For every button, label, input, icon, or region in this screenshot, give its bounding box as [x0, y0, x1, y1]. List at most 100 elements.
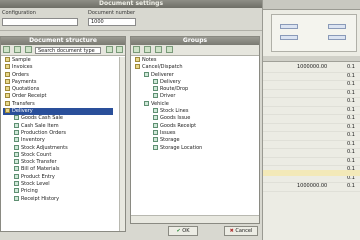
background-grid-rate: 0.1 — [347, 64, 355, 70]
group-item-label: Delivery — [160, 78, 181, 85]
document-type-item[interactable]: Orders — [3, 71, 113, 79]
background-grid-total-row — [263, 170, 360, 176]
document-icon — [14, 151, 19, 157]
background-grid-row[interactable]: 0.1 — [263, 81, 360, 90]
background-filter-panel — [271, 14, 357, 52]
document-type-item[interactable]: Stock Level — [3, 181, 113, 188]
group-item[interactable]: Storage Location — [133, 144, 257, 152]
background-grid-rate: 0.1 — [347, 115, 355, 121]
background-option-a[interactable] — [280, 24, 298, 29]
document-type-item-label: Stock Adjustments — [21, 144, 68, 151]
window-title: Document settings — [0, 0, 262, 8]
document-type-item[interactable]: Goods Cash Sale — [3, 115, 113, 122]
background-grid-row[interactable]: 1000000.00 0.1 — [263, 183, 360, 192]
background-grid-rate: 0.1 — [347, 72, 355, 79]
background-grid-row[interactable]: 0.1 — [263, 123, 360, 132]
right-panel-toolbar — [131, 45, 259, 56]
document-type-item[interactable]: Order Receipt — [3, 93, 113, 100]
background-grid-row[interactable]: 0.1 — [263, 72, 360, 81]
right-panel-title: Groups — [131, 37, 259, 45]
add-icon[interactable] — [3, 46, 10, 53]
background-grid-row[interactable]: 0.1 — [263, 158, 360, 166]
group-item[interactable]: Driver — [133, 93, 257, 100]
document-icon — [144, 100, 149, 106]
document-icon — [14, 188, 19, 194]
group-item[interactable]: Deliverer — [133, 71, 257, 79]
delete-icon[interactable] — [24, 46, 32, 53]
settings-icon[interactable] — [116, 46, 123, 53]
move-up-icon[interactable] — [154, 46, 162, 53]
document-type-item[interactable]: Quotations — [3, 86, 113, 93]
document-type-item[interactable]: Transfers — [3, 100, 113, 108]
background-grid-row[interactable]: 1000000.00 0.1 — [263, 64, 360, 73]
group-item[interactable]: Delivery — [133, 78, 257, 86]
document-type-item[interactable]: Bill of Materials — [3, 166, 113, 173]
folder-icon — [5, 93, 10, 99]
move-down-icon[interactable] — [165, 46, 173, 53]
group-item-label: Storage Location — [160, 144, 203, 151]
document-type-item[interactable]: Sample — [3, 57, 113, 64]
background-grid-row[interactable]: 0.1 — [263, 149, 360, 158]
edit-icon[interactable] — [13, 46, 21, 53]
background-option-d[interactable] — [328, 35, 346, 40]
group-item[interactable]: Storage — [133, 137, 257, 144]
document-type-item[interactable]: Cash Sale Item — [3, 122, 113, 130]
group-item[interactable]: Cancel/Dispatch — [133, 64, 257, 71]
background-grid-row[interactable]: 0.1 — [263, 107, 360, 115]
group-item-label: Deliverer — [151, 71, 174, 78]
document-type-item[interactable]: Invoices — [3, 64, 113, 71]
document-icon — [14, 144, 19, 150]
document-type-item[interactable]: Delivery — [3, 108, 113, 116]
group-item[interactable]: Goods Receipt — [133, 122, 257, 130]
background-grid-row[interactable]: 0.1 — [263, 141, 360, 149]
background-grid-row[interactable]: 0.1 — [263, 132, 360, 141]
add-group-icon[interactable] — [133, 46, 140, 53]
search-field[interactable]: Search document type — [35, 47, 101, 54]
document-icon — [14, 159, 19, 165]
document-type-item[interactable]: Stock Count — [3, 151, 113, 159]
background-grid-header — [263, 56, 360, 62]
document-icon — [14, 173, 19, 179]
background-grid-rate: 0.1 — [347, 123, 355, 130]
group-item[interactable]: Issues — [133, 129, 257, 137]
document-icon — [153, 129, 158, 135]
right-tree: Notes Cancel/Dispatch Deliverer Delivery Rou… — [133, 57, 257, 217]
document-type-item[interactable]: Payments — [3, 78, 113, 86]
background-grid-row[interactable]: 0.1 — [263, 98, 360, 107]
document-type-item-label: Delivery — [12, 108, 33, 115]
background-grid-rate: 0.1 — [347, 183, 355, 189]
document-type-item[interactable]: Production Orders — [3, 129, 113, 137]
group-item[interactable]: Notes — [133, 57, 257, 64]
configuration-field[interactable] — [2, 18, 78, 26]
group-item[interactable]: Goods Issue — [133, 115, 257, 122]
group-item-label: Driver — [160, 93, 176, 100]
folder-icon — [5, 78, 10, 84]
edit-group-icon[interactable] — [143, 46, 151, 53]
group-item[interactable]: Vehicle — [133, 100, 257, 108]
background-option-c[interactable] — [280, 35, 298, 40]
folder-icon — [5, 71, 10, 77]
cancel-label: Cancel — [235, 228, 253, 234]
search-icon[interactable] — [106, 46, 113, 53]
group-item[interactable]: Stock Lines — [133, 108, 257, 115]
document-type-item[interactable]: Receipt History — [3, 195, 113, 203]
document-type-item[interactable]: Pricing — [3, 188, 113, 195]
background-option-b[interactable] — [328, 24, 346, 29]
group-item[interactable]: Route/Drop — [133, 86, 257, 93]
folder-icon — [5, 108, 10, 114]
document-type-item[interactable]: Stock Transfer — [3, 159, 113, 166]
folder-icon — [5, 64, 10, 70]
document-icon — [153, 86, 158, 92]
ok-button[interactable]: ✔ OK — [168, 226, 198, 236]
document-icon — [153, 108, 158, 114]
document-type-item[interactable]: Stock Adjustments — [3, 144, 113, 152]
left-scrollbar[interactable] — [119, 57, 125, 231]
right-scrollbar[interactable] — [131, 215, 259, 223]
document-type-item[interactable]: Product Entry — [3, 173, 113, 181]
cancel-button[interactable]: ✖ Cancel — [224, 226, 258, 236]
background-grid-row[interactable]: 0.1 — [263, 115, 360, 124]
document-type-item-label: Payments — [12, 78, 37, 85]
document-type-item[interactable]: Inventory — [3, 137, 113, 144]
background-grid-row[interactable]: 0.1 — [263, 90, 360, 98]
document-number-field[interactable]: 1000 — [88, 18, 136, 26]
